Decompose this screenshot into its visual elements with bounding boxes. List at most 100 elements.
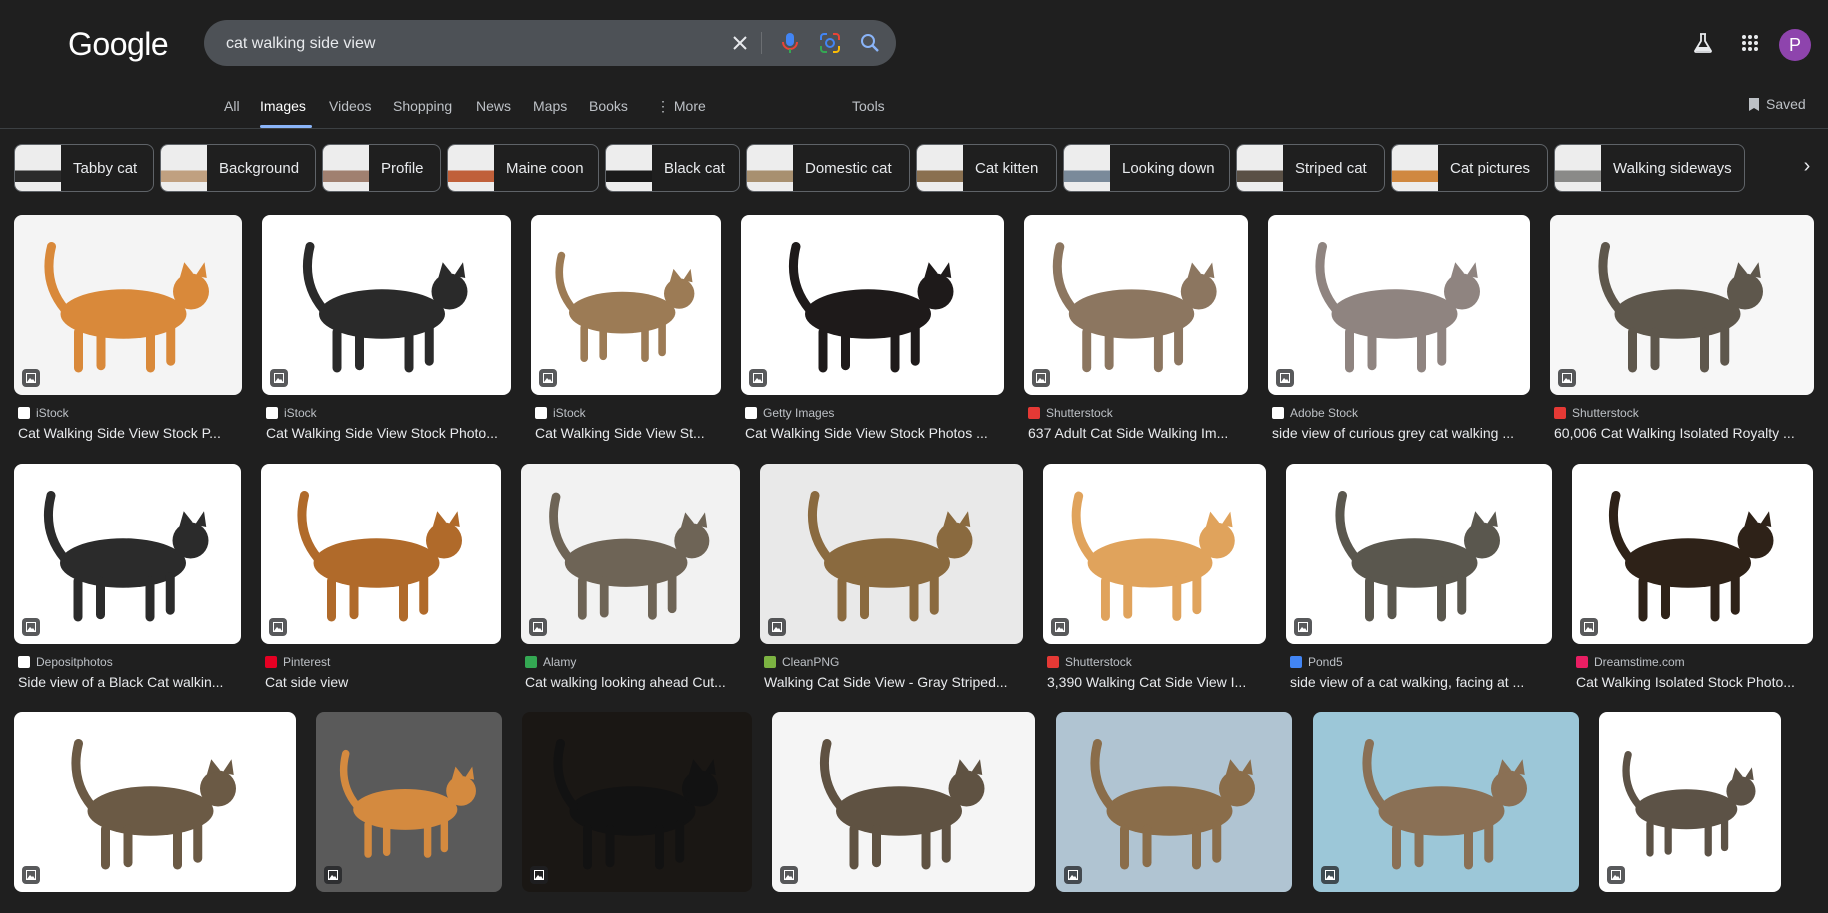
tab-books[interactable]: Books	[589, 98, 628, 114]
cat-silhouette	[808, 491, 973, 622]
tab-maps[interactable]: Maps	[533, 98, 567, 114]
tab-shopping[interactable]: Shopping	[393, 98, 452, 114]
saved-link[interactable]: Saved	[1748, 96, 1806, 112]
result-source[interactable]: Depositphotos	[18, 655, 113, 669]
favicon-icon	[1554, 407, 1566, 419]
result-source[interactable]: Shutterstock	[1047, 655, 1132, 669]
result-thumbnail[interactable]	[1550, 215, 1814, 395]
chip-black-cat[interactable]: Black cat	[605, 144, 740, 192]
result-source[interactable]: Shutterstock	[1028, 406, 1113, 420]
result-thumbnail[interactable]	[1056, 712, 1292, 892]
chip-label: Cat pictures	[1450, 159, 1531, 177]
result-title[interactable]: Cat side view	[265, 674, 501, 690]
result-title[interactable]: Walking Cat Side View - Gray Striped...	[764, 674, 1023, 690]
chip-profile[interactable]: Profile	[322, 144, 441, 192]
result-thumbnail[interactable]	[522, 712, 752, 892]
result-thumbnail[interactable]	[531, 215, 721, 395]
google-logo[interactable]: Google	[68, 26, 169, 63]
result-thumbnail[interactable]	[14, 464, 241, 644]
chevron-right-icon[interactable]: ›	[1795, 154, 1819, 178]
source-name: Adobe Stock	[1290, 406, 1359, 420]
result-title[interactable]: Cat Walking Isolated Stock Photo...	[1576, 674, 1813, 690]
search-input[interactable]	[224, 20, 708, 68]
result-source[interactable]: CleanPNG	[764, 655, 839, 669]
chip-looking-down[interactable]: Looking down	[1063, 144, 1230, 192]
favicon-icon	[745, 407, 757, 419]
image-badge-icon	[1607, 866, 1625, 884]
search-icon[interactable]	[858, 31, 882, 55]
result-title[interactable]: Cat Walking Side View Stock Photos ...	[745, 425, 1004, 441]
result-thumbnail[interactable]	[14, 712, 296, 892]
tab-more[interactable]: ⋮ More	[656, 98, 706, 115]
result-source[interactable]: iStock	[18, 406, 69, 420]
header: Google P	[0, 0, 1828, 88]
search-box[interactable]	[204, 20, 896, 68]
cat-silhouette	[1362, 739, 1527, 870]
search-divider	[761, 32, 762, 54]
cat-silhouette	[555, 251, 695, 362]
chip-thumbnail	[323, 145, 369, 191]
result-title[interactable]: 3,390 Walking Cat Side View I...	[1047, 674, 1266, 690]
tab-images[interactable]: Images	[260, 98, 306, 114]
result-source[interactable]: Alamy	[525, 655, 576, 669]
favicon-icon	[764, 656, 776, 668]
image-badge-icon	[530, 866, 548, 884]
chip-cat-kitten[interactable]: Cat kitten	[916, 144, 1057, 192]
chip-tabby-cat[interactable]: Tabby cat	[14, 144, 154, 192]
chip-maine-coon[interactable]: Maine coon	[447, 144, 599, 192]
chip-striped-cat[interactable]: Striped cat	[1236, 144, 1385, 192]
result-thumbnail[interactable]	[1043, 464, 1266, 644]
result-title[interactable]: Cat Walking Side View Stock Photo...	[266, 425, 511, 441]
result-title[interactable]: 637 Adult Cat Side Walking Im...	[1028, 425, 1248, 441]
result-thumbnail[interactable]	[1599, 712, 1781, 892]
result-thumbnail[interactable]	[772, 712, 1035, 892]
result-thumbnail[interactable]	[316, 712, 502, 892]
chip-cat-pictures[interactable]: Cat pictures	[1391, 144, 1548, 192]
cat-silhouette	[1598, 242, 1763, 373]
close-icon[interactable]	[728, 31, 752, 55]
result-thumbnail[interactable]	[1268, 215, 1530, 395]
chip-thumbnail	[448, 145, 494, 191]
tab-news[interactable]: News	[476, 98, 511, 114]
result-thumbnail[interactable]	[14, 215, 242, 395]
result-thumbnail[interactable]	[521, 464, 740, 644]
cat-silhouette	[44, 242, 209, 373]
result-thumbnail[interactable]	[261, 464, 501, 644]
tab-videos[interactable]: Videos	[329, 98, 372, 114]
lens-icon[interactable]	[818, 31, 842, 55]
tab-tools[interactable]: Tools	[852, 98, 885, 114]
result-title[interactable]: Cat walking looking ahead Cut...	[525, 674, 740, 690]
result-source[interactable]: iStock	[535, 406, 586, 420]
result-source[interactable]: Pond5	[1290, 655, 1343, 669]
result-source[interactable]: Dreamstime.com	[1576, 655, 1685, 669]
source-name: Getty Images	[763, 406, 835, 420]
result-thumbnail[interactable]	[1572, 464, 1813, 644]
result-title[interactable]: side view of curious grey cat walking ..…	[1272, 425, 1530, 441]
favicon-icon	[18, 656, 30, 668]
result-title[interactable]: Side view of a Black Cat walkin...	[18, 674, 241, 690]
result-thumbnail[interactable]	[741, 215, 1004, 395]
apps-grid-icon[interactable]	[1737, 30, 1763, 56]
result-thumbnail[interactable]	[262, 215, 511, 395]
result-source[interactable]: Pinterest	[265, 655, 330, 669]
cat-silhouette	[789, 242, 954, 373]
mic-icon[interactable]	[778, 31, 802, 55]
result-source[interactable]: Getty Images	[745, 406, 834, 420]
chip-walking-sideways[interactable]: Walking sideways	[1554, 144, 1745, 192]
flask-icon[interactable]	[1690, 30, 1716, 56]
result-source[interactable]: iStock	[266, 406, 317, 420]
result-thumbnail[interactable]	[760, 464, 1023, 644]
chip-background[interactable]: Background	[160, 144, 316, 192]
result-title[interactable]: side view of a cat walking, facing at ..…	[1290, 674, 1552, 690]
chip-domestic-cat[interactable]: Domestic cat	[746, 144, 910, 192]
result-thumbnail[interactable]	[1313, 712, 1579, 892]
result-thumbnail[interactable]	[1024, 215, 1248, 395]
avatar[interactable]: P	[1779, 29, 1811, 61]
result-source[interactable]: Shutterstock	[1554, 406, 1639, 420]
result-title[interactable]: Cat Walking Side View St...	[535, 425, 721, 441]
result-thumbnail[interactable]	[1286, 464, 1552, 644]
result-title[interactable]: 60,006 Cat Walking Isolated Royalty ...	[1554, 425, 1814, 441]
result-title[interactable]: Cat Walking Side View Stock P...	[18, 425, 242, 441]
result-source[interactable]: Adobe Stock	[1272, 406, 1358, 420]
tab-all[interactable]: All	[224, 98, 240, 114]
